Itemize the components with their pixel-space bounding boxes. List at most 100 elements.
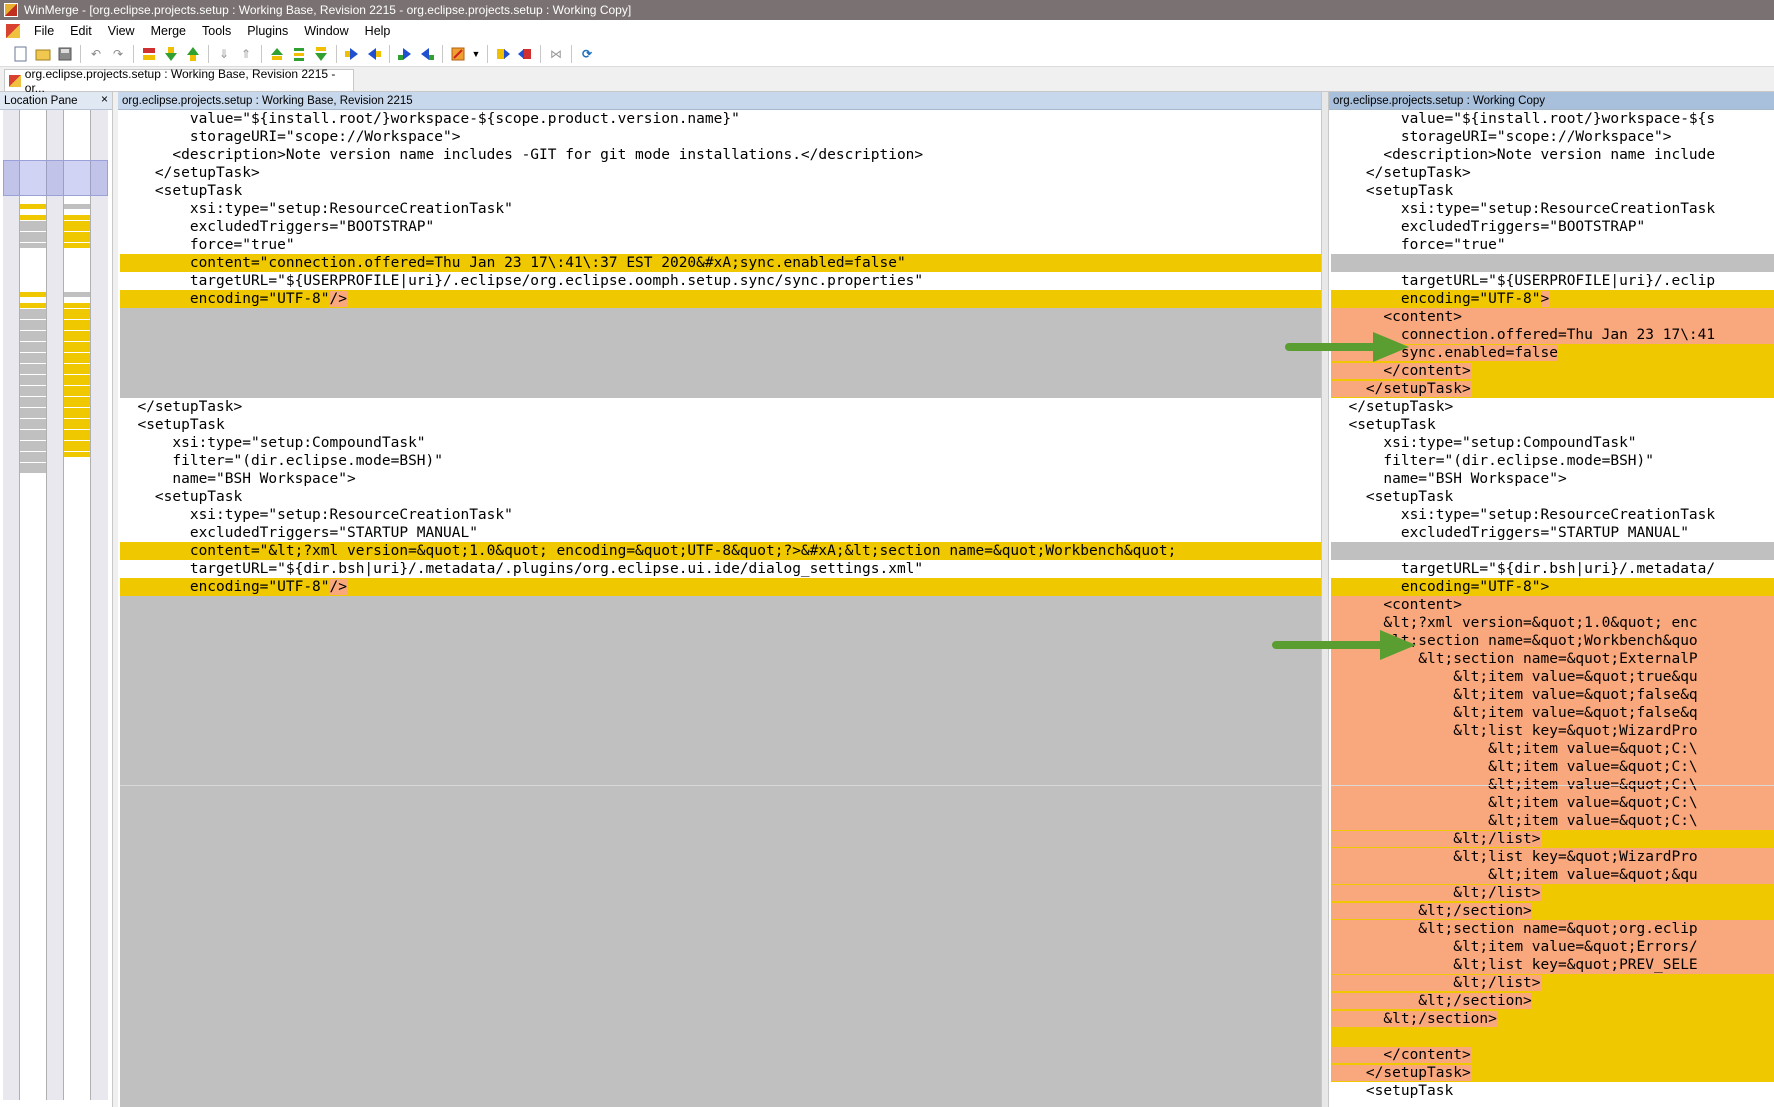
code-line[interactable]: <content> xyxy=(1331,596,1774,614)
code-line[interactable]: targetURL="${USERPROFILE|uri}/.eclipse/o… xyxy=(120,272,1321,290)
menu-view[interactable]: View xyxy=(100,24,143,38)
code-line[interactable]: </setupTask> xyxy=(120,398,1321,416)
code-line[interactable]: <setupTask xyxy=(1331,1082,1774,1100)
undo-icon[interactable]: ↶ xyxy=(87,45,105,63)
code-line[interactable]: targetURL="${dir.bsh|uri}/.metadata/.plu… xyxy=(120,560,1321,578)
all-left-icon[interactable] xyxy=(268,45,286,63)
copy-right-icon[interactable] xyxy=(343,45,361,63)
code-line[interactable]: &lt;/list> xyxy=(1331,830,1774,848)
copy-left-arrow-icon[interactable] xyxy=(365,45,383,63)
code-line[interactable] xyxy=(120,1064,1321,1082)
next-file-icon[interactable] xyxy=(494,45,512,63)
code-line[interactable]: xsi:type="setup:CompoundTask" xyxy=(120,434,1321,452)
copy-right-advance-icon[interactable] xyxy=(396,45,414,63)
first-diff-icon[interactable] xyxy=(140,45,158,63)
code-line[interactable] xyxy=(120,668,1321,686)
code-line[interactable]: &lt;/section> xyxy=(1331,992,1774,1010)
code-line[interactable] xyxy=(120,974,1321,992)
code-line[interactable]: filter="(dir.eclipse.mode=BSH)" xyxy=(120,452,1321,470)
code-line[interactable]: content="connection.offered=Thu Jan 23 1… xyxy=(120,254,1321,272)
document-tab[interactable]: org.eclipse.projects.setup : Working Bas… xyxy=(4,67,354,95)
pane-splitter[interactable] xyxy=(1321,92,1329,1107)
close-icon[interactable]: × xyxy=(101,92,108,106)
code-line[interactable]: content="&lt;?xml version=&quot;1.0&quot… xyxy=(120,542,1321,560)
save-icon[interactable] xyxy=(56,45,74,63)
code-line[interactable] xyxy=(120,758,1321,776)
code-line[interactable]: xsi:type="setup:ResourceCreationTask xyxy=(1331,506,1774,524)
prev-conflict-icon[interactable]: ⇓ xyxy=(215,45,233,63)
code-line[interactable] xyxy=(120,380,1321,398)
code-line[interactable]: </setupTask> xyxy=(1331,380,1774,398)
code-line[interactable] xyxy=(120,1028,1321,1046)
code-line[interactable]: &lt;item value=&quot;Errors/ xyxy=(1331,938,1774,956)
redo-icon[interactable]: ↷ xyxy=(109,45,127,63)
code-line[interactable]: &lt;item value=&quot;C:\ xyxy=(1331,794,1774,812)
code-line[interactable]: xsi:type="setup:CompoundTask" xyxy=(1331,434,1774,452)
code-line[interactable]: targetURL="${dir.bsh|uri}/.metadata/ xyxy=(1331,560,1774,578)
code-line[interactable]: </setupTask> xyxy=(1331,164,1774,182)
code-line[interactable] xyxy=(120,722,1321,740)
code-line[interactable] xyxy=(120,1046,1321,1064)
menu-merge[interactable]: Merge xyxy=(143,24,194,38)
code-line[interactable] xyxy=(120,686,1321,704)
code-line[interactable]: encoding="UTF-8"/> xyxy=(120,578,1321,596)
copy-left-advance-icon[interactable] xyxy=(418,45,436,63)
code-line[interactable]: &lt;item value=&quot;false&q xyxy=(1331,704,1774,722)
menu-window[interactable]: Window xyxy=(296,24,356,38)
right-file-pane[interactable]: org.eclipse.projects.setup : Working Cop… xyxy=(1329,92,1774,1107)
code-line[interactable]: excludedTriggers="BOOTSTRAP" xyxy=(1331,218,1774,236)
open-icon[interactable] xyxy=(34,45,52,63)
options-icon[interactable] xyxy=(449,45,467,63)
all-right-icon[interactable] xyxy=(290,45,308,63)
location-pane[interactable]: Location Pane × xyxy=(0,92,113,1107)
next-diff-icon[interactable] xyxy=(162,45,180,63)
code-line[interactable] xyxy=(120,794,1321,812)
code-line[interactable]: <setupTask xyxy=(1331,488,1774,506)
code-line[interactable]: excludedTriggers="BOOTSTRAP" xyxy=(120,218,1321,236)
code-line[interactable]: name="BSH Workspace"> xyxy=(120,470,1321,488)
code-line[interactable] xyxy=(120,1010,1321,1028)
code-line[interactable]: <description>Note version name include xyxy=(1331,146,1774,164)
code-line[interactable] xyxy=(120,308,1321,326)
code-line[interactable]: encoding="UTF-8"> xyxy=(1331,290,1774,308)
code-line[interactable]: xsi:type="setup:ResourceCreationTask" xyxy=(120,200,1321,218)
code-line[interactable]: &lt;/section> xyxy=(1331,902,1774,920)
code-line[interactable] xyxy=(120,866,1321,884)
prev-file-icon[interactable] xyxy=(516,45,534,63)
code-line[interactable] xyxy=(120,848,1321,866)
code-line[interactable]: value="${install.root/}workspace-${s xyxy=(1331,110,1774,128)
code-line[interactable] xyxy=(120,650,1321,668)
code-line[interactable]: filter="(dir.eclipse.mode=BSH)" xyxy=(1331,452,1774,470)
location-bar-left[interactable] xyxy=(19,110,47,1100)
code-line[interactable] xyxy=(1331,254,1774,272)
code-line[interactable]: xsi:type="setup:ResourceCreationTask" xyxy=(120,506,1321,524)
code-line[interactable]: encoding="UTF-8"/> xyxy=(120,290,1321,308)
copy-left-icon[interactable] xyxy=(312,45,330,63)
code-line[interactable]: &lt;/list> xyxy=(1331,884,1774,902)
code-line[interactable] xyxy=(120,362,1321,380)
code-line[interactable] xyxy=(120,596,1321,614)
code-line[interactable]: excludedTriggers="STARTUP MANUAL" xyxy=(120,524,1321,542)
menu-help[interactable]: Help xyxy=(357,24,399,38)
code-line[interactable]: encoding="UTF-8"> xyxy=(1331,578,1774,596)
code-line[interactable]: <setupTask xyxy=(1331,182,1774,200)
code-line[interactable] xyxy=(1331,1028,1774,1046)
code-line[interactable] xyxy=(120,614,1321,632)
location-bar-right[interactable] xyxy=(63,110,91,1100)
code-line[interactable]: &lt;item value=&quot;C:\ xyxy=(1331,812,1774,830)
prev-diff-icon[interactable] xyxy=(184,45,202,63)
code-line[interactable]: storageURI="scope://Workspace"> xyxy=(1331,128,1774,146)
code-line[interactable]: &lt;/section> xyxy=(1331,1010,1774,1028)
code-line[interactable] xyxy=(120,938,1321,956)
code-line[interactable] xyxy=(120,740,1321,758)
code-line[interactable]: <setupTask xyxy=(120,488,1321,506)
code-line[interactable] xyxy=(120,920,1321,938)
code-line[interactable]: excludedTriggers="STARTUP MANUAL" xyxy=(1331,524,1774,542)
code-line[interactable] xyxy=(120,1082,1321,1100)
code-line[interactable]: storageURI="scope://Workspace"> xyxy=(120,128,1321,146)
next-conflict-icon[interactable]: ⇑ xyxy=(237,45,255,63)
code-line[interactable] xyxy=(120,830,1321,848)
code-line[interactable]: &lt;list key=&quot;WizardPro xyxy=(1331,722,1774,740)
document-icon[interactable] xyxy=(6,23,20,38)
location-viewport-indicator[interactable] xyxy=(3,160,108,196)
